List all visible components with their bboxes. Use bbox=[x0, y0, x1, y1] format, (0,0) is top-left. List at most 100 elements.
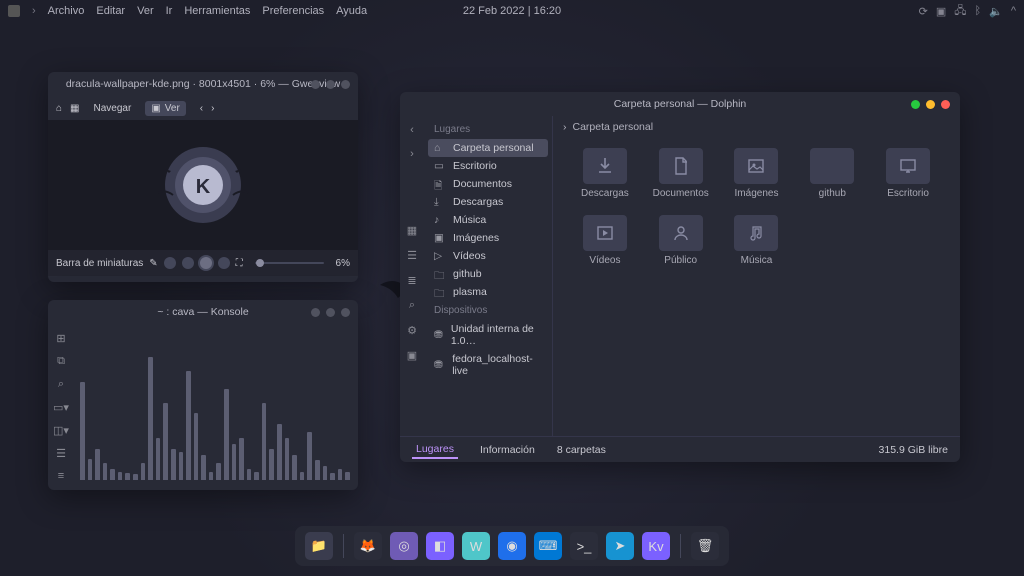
breadcrumb-item[interactable]: Carpeta personal bbox=[573, 121, 654, 133]
app-menu-icon[interactable] bbox=[8, 5, 20, 17]
minimize-button[interactable] bbox=[311, 80, 320, 89]
bluetooth-icon[interactable]: ᛒ bbox=[975, 5, 982, 17]
dock-terminal[interactable]: >_ bbox=[570, 532, 598, 560]
close-button[interactable] bbox=[341, 308, 350, 317]
dolphin-titlebar[interactable]: Carpeta personal — Dolphin bbox=[400, 92, 960, 116]
folder-documentos[interactable]: Documentos bbox=[645, 148, 717, 199]
image-viewer[interactable]: K bbox=[48, 120, 358, 250]
places-item[interactable]: ♪Música bbox=[424, 211, 552, 229]
dock-trash[interactable]: 🗑 bbox=[691, 532, 719, 560]
fit-icon[interactable]: ⛶ bbox=[236, 258, 243, 269]
dock-vscode[interactable]: ⌨ bbox=[534, 532, 562, 560]
menu-ayuda[interactable]: Ayuda bbox=[336, 5, 367, 17]
back-icon[interactable]: ‹ bbox=[410, 124, 414, 136]
folder-icon bbox=[810, 148, 854, 184]
menu-archivo[interactable]: Archivo bbox=[48, 5, 85, 17]
edit-icon[interactable]: ✎ bbox=[149, 258, 157, 269]
tray-icon[interactable]: ▣ bbox=[936, 5, 946, 18]
tab-icon[interactable]: ⊞ bbox=[56, 332, 65, 345]
menu-preferencias[interactable]: Preferencias bbox=[262, 5, 324, 17]
places-item[interactable]: ⌂Carpeta personal bbox=[428, 139, 548, 157]
dock-app2[interactable]: ◧ bbox=[426, 532, 454, 560]
cava-bar bbox=[323, 466, 328, 480]
details-view-icon[interactable]: ≣ bbox=[407, 274, 416, 287]
grid-icon[interactable]: ▦ bbox=[70, 103, 79, 114]
window-title: dracula-wallpaper-kde.png · 8001x4501 · … bbox=[66, 78, 340, 90]
places-item[interactable]: 🗀plasma bbox=[424, 283, 552, 301]
bg-option[interactable] bbox=[182, 257, 194, 269]
bg-option[interactable] bbox=[164, 257, 176, 269]
clock[interactable]: 22 Feb 2022 | 16:20 bbox=[463, 5, 561, 17]
copy-icon[interactable]: ⧉ bbox=[57, 355, 65, 368]
maximize-button[interactable] bbox=[326, 80, 335, 89]
split-icon[interactable]: ◫▾ bbox=[53, 424, 69, 437]
folder-imágenes[interactable]: Imágenes bbox=[721, 148, 793, 199]
tray-icon[interactable]: 🖧 bbox=[954, 2, 966, 21]
list-icon[interactable]: ☰ bbox=[56, 447, 66, 460]
maximize-button[interactable] bbox=[926, 100, 935, 109]
places-item[interactable]: ⤓Descargas bbox=[424, 193, 552, 211]
places-item[interactable]: ▷Vídeos bbox=[424, 247, 552, 265]
tray-icon[interactable]: ⟳ bbox=[919, 5, 928, 18]
chevron-up-icon[interactable]: ^ bbox=[1011, 5, 1016, 17]
folder-público[interactable]: Público bbox=[645, 215, 717, 266]
dock-firefox[interactable]: 🦊 bbox=[354, 532, 382, 560]
places-item[interactable]: 🗎Documentos bbox=[424, 175, 552, 193]
maximize-button[interactable] bbox=[326, 308, 335, 317]
device-item[interactable]: ⛃fedora_localhost-live bbox=[424, 350, 552, 380]
folder-descargas[interactable]: Descargas bbox=[569, 148, 641, 199]
status-tab-lugares[interactable]: Lugares bbox=[412, 441, 458, 459]
view-button[interactable]: ▣Ver bbox=[145, 101, 185, 116]
folder-label: Público bbox=[664, 255, 697, 266]
volume-icon[interactable]: 🔈 bbox=[989, 5, 1003, 18]
cava-bar bbox=[156, 438, 161, 480]
close-button[interactable] bbox=[941, 100, 950, 109]
next-icon[interactable]: › bbox=[211, 103, 214, 114]
cava-bar bbox=[80, 382, 85, 480]
bg-option[interactable] bbox=[218, 257, 230, 269]
prev-icon[interactable]: ‹ bbox=[200, 103, 203, 114]
menu-icon[interactable]: ▭▾ bbox=[53, 401, 69, 414]
cava-bar bbox=[171, 449, 176, 480]
dock-files[interactable]: 📁 bbox=[305, 532, 333, 560]
menu-ver[interactable]: Ver bbox=[137, 5, 154, 17]
close-button[interactable] bbox=[341, 80, 350, 89]
minimize-button[interactable] bbox=[311, 308, 320, 317]
minimize-button[interactable] bbox=[911, 100, 920, 109]
folder-escritorio[interactable]: Escritorio bbox=[872, 148, 944, 199]
places-item[interactable]: ▭Escritorio bbox=[424, 157, 552, 175]
bg-option-selected[interactable] bbox=[200, 257, 212, 269]
gwenview-titlebar[interactable]: dracula-wallpaper-kde.png · 8001x4501 · … bbox=[48, 72, 358, 96]
folder-vídeos[interactable]: Vídeos bbox=[569, 215, 641, 266]
home-icon[interactable]: ⌂ bbox=[56, 103, 62, 114]
hamburger-icon[interactable]: ≡ bbox=[58, 470, 64, 482]
cava-bar bbox=[95, 449, 100, 480]
dock-app5[interactable]: ➤ bbox=[606, 532, 634, 560]
menu-ir[interactable]: Ir bbox=[166, 5, 173, 17]
konsole-titlebar[interactable]: ~ : cava — Konsole bbox=[48, 300, 358, 324]
zoom-slider[interactable] bbox=[255, 262, 324, 264]
places-item[interactable]: ▣Imágenes bbox=[424, 229, 552, 247]
forward-icon[interactable]: › bbox=[410, 148, 414, 160]
preview-icon[interactable]: ▣ bbox=[407, 349, 417, 362]
breadcrumb[interactable]: › Carpeta personal bbox=[553, 116, 960, 138]
folder-github[interactable]: github bbox=[796, 148, 868, 199]
system-tray[interactable]: ⟳ ▣ 🖧 ᛒ 🔈 ^ bbox=[919, 2, 1016, 21]
search-icon[interactable]: ⌕ bbox=[409, 299, 415, 312]
dock-kvantum[interactable]: Kv bbox=[642, 532, 670, 560]
browse-button[interactable]: Navegar bbox=[88, 101, 138, 116]
compact-view-icon[interactable]: ☰ bbox=[407, 249, 417, 262]
gwenview-toolbar: ⌂ ▦ Navegar ▣Ver ‹ › bbox=[48, 96, 358, 120]
folder-música[interactable]: Música bbox=[721, 215, 793, 266]
dock-app1[interactable]: ◎ bbox=[390, 532, 418, 560]
menu-editar[interactable]: Editar bbox=[96, 5, 125, 17]
device-item[interactable]: ⛃Unidad interna de 1.0… bbox=[424, 320, 552, 350]
settings-icon[interactable]: ⚙ bbox=[407, 324, 417, 337]
icons-view-icon[interactable]: ▦ bbox=[407, 224, 417, 237]
status-tab-informacion[interactable]: Información bbox=[476, 442, 539, 458]
places-item[interactable]: 🗀github bbox=[424, 265, 552, 283]
search-icon[interactable]: ⌕ bbox=[58, 378, 64, 391]
menu-herramientas[interactable]: Herramientas bbox=[184, 5, 250, 17]
dock-app3[interactable]: W bbox=[462, 532, 490, 560]
dock-app4[interactable]: ◉ bbox=[498, 532, 526, 560]
